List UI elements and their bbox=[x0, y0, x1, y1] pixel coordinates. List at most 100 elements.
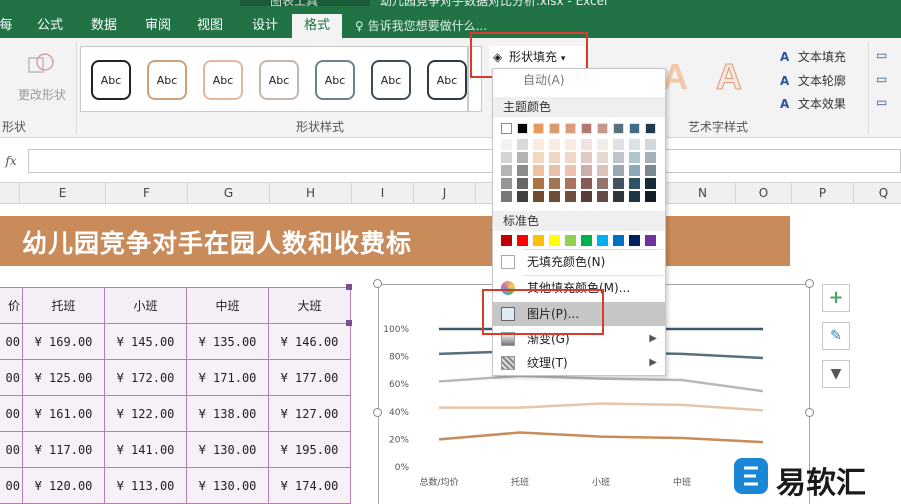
tell-me-search[interactable]: ♀ 告诉我您想要做什么... bbox=[355, 14, 487, 38]
table-header[interactable]: 价 bbox=[0, 287, 23, 324]
theme-color-shade[interactable] bbox=[533, 152, 544, 163]
standard-color-swatch[interactable] bbox=[533, 235, 544, 246]
column-header-i[interactable]: I bbox=[352, 183, 414, 204]
column-header-q[interactable]: Q bbox=[854, 183, 901, 204]
theme-color-shade[interactable] bbox=[581, 152, 592, 163]
theme-color-shade[interactable] bbox=[581, 139, 592, 150]
theme-color-shade[interactable] bbox=[645, 191, 656, 202]
selection-pane-icon[interactable]: ▭ bbox=[876, 95, 887, 109]
table-resize-handle[interactable] bbox=[346, 320, 352, 326]
column-header-e[interactable]: E bbox=[20, 183, 106, 204]
table-cell[interactable]: ¥ 117.00 bbox=[22, 431, 105, 468]
table-cell[interactable]: ¥ 171.00 bbox=[186, 359, 269, 396]
theme-color-shade[interactable] bbox=[597, 165, 608, 176]
table-header[interactable]: 托班 bbox=[22, 287, 105, 324]
table-cell[interactable]: 00 bbox=[0, 395, 23, 432]
theme-color-shade[interactable] bbox=[581, 191, 592, 202]
standard-color-swatch[interactable] bbox=[501, 235, 512, 246]
table-cell[interactable]: ¥ 145.00 bbox=[104, 323, 187, 360]
series-line[interactable] bbox=[439, 402, 764, 412]
theme-color-swatch[interactable] bbox=[613, 123, 624, 134]
table-cell[interactable]: ¥ 177.00 bbox=[268, 359, 351, 396]
table-cell[interactable]: ¥ 195.00 bbox=[268, 431, 351, 468]
tab-design[interactable]: 设计 bbox=[244, 14, 286, 38]
standard-color-swatch[interactable] bbox=[645, 235, 656, 246]
theme-color-shade[interactable] bbox=[549, 139, 560, 150]
table-cell[interactable]: ¥ 135.00 bbox=[186, 323, 269, 360]
theme-color-shade[interactable] bbox=[645, 178, 656, 189]
theme-color-shade[interactable] bbox=[501, 165, 512, 176]
theme-color-swatch[interactable] bbox=[501, 123, 512, 134]
column-header-o[interactable]: O bbox=[736, 183, 792, 204]
table-cell[interactable]: ¥ 161.00 bbox=[22, 395, 105, 432]
theme-color-shade[interactable] bbox=[581, 165, 592, 176]
text-effect-button[interactable]: A 文本效果 bbox=[780, 95, 846, 112]
standard-color-swatch[interactable] bbox=[629, 235, 640, 246]
formula-input[interactable] bbox=[28, 149, 901, 173]
standard-color-swatch[interactable] bbox=[549, 235, 560, 246]
theme-color-shade[interactable] bbox=[501, 191, 512, 202]
table-cell[interactable]: ¥ 125.00 bbox=[22, 359, 105, 396]
theme-color-shade[interactable] bbox=[597, 139, 608, 150]
column-header-partial[interactable] bbox=[0, 183, 20, 204]
theme-color-shade[interactable] bbox=[533, 139, 544, 150]
shape-style-4[interactable]: Abc bbox=[259, 60, 299, 100]
chart-elements-plus-icon[interactable]: + bbox=[822, 284, 850, 312]
theme-color-shade[interactable] bbox=[629, 165, 640, 176]
wordart-style-2[interactable]: A bbox=[716, 56, 743, 98]
table-cell[interactable]: ¥ 172.00 bbox=[104, 359, 187, 396]
table-cell[interactable]: ¥ 130.00 bbox=[186, 467, 269, 504]
shape-style-5[interactable]: Abc bbox=[315, 60, 355, 100]
text-fill-button[interactable]: A 文本填充 bbox=[780, 48, 846, 65]
theme-color-swatch[interactable] bbox=[597, 123, 608, 134]
series-line[interactable] bbox=[438, 431, 764, 444]
theme-color-swatch[interactable] bbox=[565, 123, 576, 134]
table-header[interactable]: 中班 bbox=[186, 287, 269, 324]
bring-forward-icon[interactable]: ▭ bbox=[876, 48, 887, 62]
theme-color-shade[interactable] bbox=[629, 152, 640, 163]
table-cell[interactable]: ¥ 113.00 bbox=[104, 467, 187, 504]
theme-color-shade[interactable] bbox=[629, 191, 640, 202]
chart-resize-handle[interactable] bbox=[373, 408, 382, 417]
theme-color-shade[interactable] bbox=[501, 178, 512, 189]
theme-color-shade[interactable] bbox=[501, 152, 512, 163]
column-header-f[interactable]: F bbox=[106, 183, 188, 204]
shape-style-7[interactable]: Abc bbox=[427, 60, 467, 100]
table-header[interactable]: 小班 bbox=[104, 287, 187, 324]
standard-color-swatch[interactable] bbox=[613, 235, 624, 246]
theme-color-shade[interactable] bbox=[565, 139, 576, 150]
theme-color-shade[interactable] bbox=[549, 191, 560, 202]
column-header-g[interactable]: G bbox=[188, 183, 270, 204]
column-header-h[interactable]: H bbox=[270, 183, 352, 204]
theme-color-shade[interactable] bbox=[517, 152, 528, 163]
theme-color-shade[interactable] bbox=[533, 191, 544, 202]
series-line[interactable] bbox=[438, 374, 764, 393]
theme-color-shade[interactable] bbox=[597, 178, 608, 189]
column-header-j[interactable]: J bbox=[414, 183, 476, 204]
title-banner[interactable]: 幼儿园竞争对手在园人数和收费标 bbox=[0, 216, 790, 266]
table-cell[interactable]: ¥ 141.00 bbox=[104, 431, 187, 468]
standard-color-swatch[interactable] bbox=[581, 235, 592, 246]
tab-format[interactable]: 格式 bbox=[292, 14, 342, 38]
theme-color-swatch[interactable] bbox=[629, 123, 640, 134]
theme-color-shade[interactable] bbox=[549, 178, 560, 189]
theme-color-shade[interactable] bbox=[501, 139, 512, 150]
chart-resize-handle[interactable] bbox=[373, 279, 382, 288]
theme-color-shade[interactable] bbox=[597, 152, 608, 163]
chart-filter-icon[interactable]: ▼ bbox=[822, 360, 850, 388]
table-cell[interactable]: ¥ 146.00 bbox=[268, 323, 351, 360]
theme-color-shade[interactable] bbox=[549, 152, 560, 163]
edit-shape-icon[interactable] bbox=[26, 50, 56, 80]
shape-style-6[interactable]: Abc bbox=[371, 60, 411, 100]
column-header-n[interactable]: N bbox=[670, 183, 736, 204]
table-resize-handle[interactable] bbox=[346, 284, 352, 290]
table-cell[interactable]: ¥ 122.00 bbox=[104, 395, 187, 432]
theme-color-shade[interactable] bbox=[581, 178, 592, 189]
table-cell[interactable]: 00 bbox=[0, 359, 23, 396]
theme-color-shade[interactable] bbox=[549, 165, 560, 176]
theme-color-shade[interactable] bbox=[645, 152, 656, 163]
send-backward-icon[interactable]: ▭ bbox=[876, 72, 887, 86]
theme-color-shade[interactable] bbox=[517, 191, 528, 202]
theme-color-shade[interactable] bbox=[613, 191, 624, 202]
theme-color-shade[interactable] bbox=[517, 178, 528, 189]
